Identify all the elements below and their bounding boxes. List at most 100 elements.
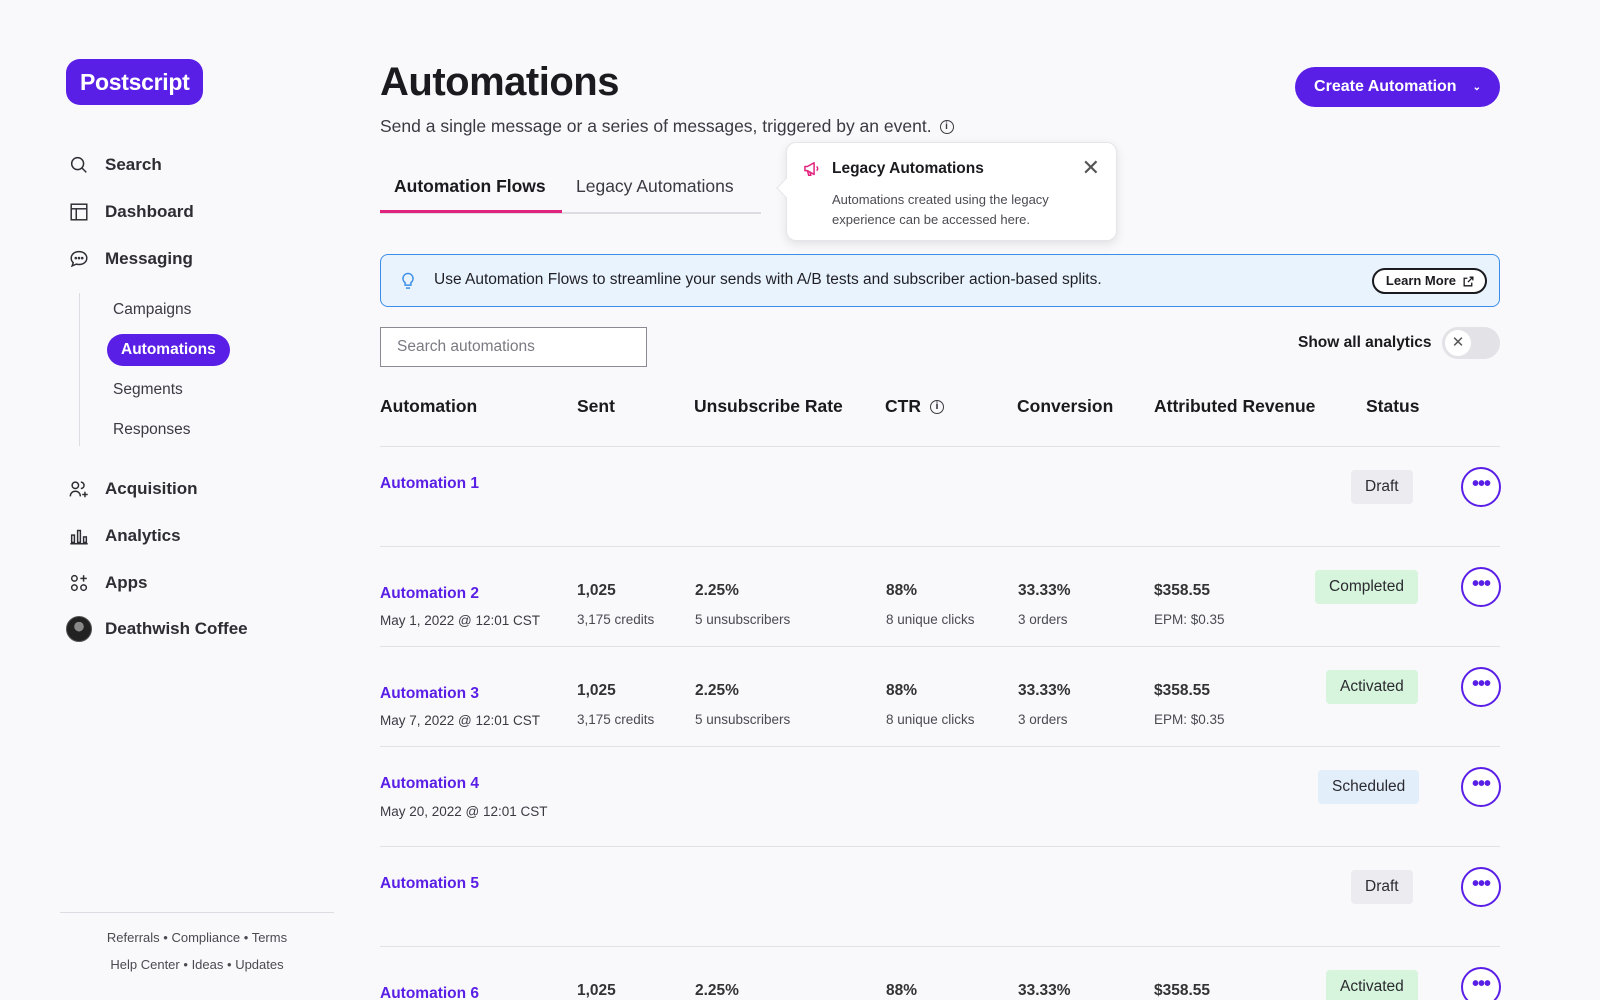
compliance-link[interactable]: Compliance: [171, 930, 240, 945]
show-analytics-toggle[interactable]: ✕: [1442, 327, 1500, 359]
updates-link[interactable]: Updates: [235, 957, 283, 972]
ctr-value: 88%: [886, 582, 918, 599]
subnav-line: [79, 293, 80, 446]
col-sent: Sent: [577, 396, 615, 416]
unique-clicks: 8 unique clicks: [886, 612, 975, 627]
lightbulb-icon: [402, 272, 414, 289]
sidebar: Postscript Search Dashboard Messaging Ca…: [0, 0, 340, 1000]
unsubscribe-rate-value: 2.25%: [695, 582, 739, 599]
search-input[interactable]: [380, 327, 647, 367]
automation-name-link[interactable]: Automation 1: [380, 475, 479, 493]
more-options-button[interactable]: •••: [1461, 667, 1501, 707]
automation-name-link[interactable]: Automation 3: [380, 685, 479, 703]
automation-name-link[interactable]: Automation 2: [380, 585, 479, 603]
revenue-value: $358.55: [1154, 682, 1211, 699]
conversion-value: 33.33%: [1018, 582, 1071, 599]
toggle-x-icon: ✕: [1445, 330, 1471, 356]
epm-value: EPM: $0.35: [1154, 612, 1225, 627]
nav-dashboard-label: Dashboard: [105, 202, 194, 221]
more-options-button[interactable]: •••: [1461, 467, 1501, 507]
create-automation-button[interactable]: Create Automation ⌄: [1295, 67, 1500, 107]
epm-value: EPM: $0.35: [1154, 712, 1225, 727]
ideas-link[interactable]: Ideas: [192, 957, 224, 972]
status-badge: Activated: [1326, 970, 1418, 1000]
dashboard-icon: [68, 201, 90, 223]
automation-date: May 7, 2022 @ 12:01 CST: [380, 713, 541, 728]
postscript-logo[interactable]: Postscript: [66, 59, 204, 105]
popover-title: Legacy Automations: [832, 160, 984, 177]
learn-more-label: Learn More: [1385, 273, 1456, 288]
nav-search[interactable]: Search: [68, 151, 162, 179]
sent-value: 1,025: [577, 982, 616, 999]
tab-bar: Automation Flows Legacy Automations: [380, 170, 761, 214]
subtitle-text: Send a single message or a series of mes…: [380, 116, 932, 136]
col-conversion: Conversion: [1017, 396, 1114, 416]
automation-name-link[interactable]: Automation 4: [380, 775, 479, 793]
chat-icon: [68, 248, 90, 270]
automation-name-link[interactable]: Automation 6: [380, 985, 479, 1000]
status-badge: Draft: [1351, 870, 1413, 904]
footer-separator: •: [183, 957, 188, 972]
footer-links-row-2: Help Center • Ideas • Updates: [60, 957, 334, 972]
terms-link[interactable]: Terms: [252, 930, 287, 945]
conversion-value: 33.33%: [1018, 682, 1071, 699]
col-automation: Automation: [380, 396, 478, 416]
more-options-button[interactable]: •••: [1461, 767, 1501, 807]
banner-text: Use Automation Flows to streamline your …: [434, 271, 1102, 288]
close-icon[interactable]: ✕: [1082, 157, 1100, 179]
order-count: 3 orders: [1018, 612, 1068, 627]
table-row: Automation 5 Draft •••: [380, 847, 1501, 947]
table-row: Automation 3 May 7, 2022 @ 12:01 CST 1,025…: [380, 647, 1501, 747]
unsubscribe-rate-value: 2.25%: [695, 682, 739, 699]
nav-dashboard[interactable]: Dashboard: [68, 198, 194, 226]
nav-account[interactable]: Deathwish Coffee: [66, 615, 248, 643]
chevron-down-icon: ⌄: [1472, 81, 1481, 93]
page-subtitle: Send a single message or a series of mes…: [380, 116, 954, 137]
page-title: Automations: [380, 60, 619, 104]
more-options-button[interactable]: •••: [1461, 867, 1501, 907]
revenue-value: $358.55: [1154, 582, 1211, 599]
status-badge: Activated: [1326, 670, 1418, 704]
bar-chart-icon: [68, 525, 90, 547]
automation-date: May 1, 2022 @ 12:01 CST: [380, 613, 541, 628]
more-options-button[interactable]: •••: [1461, 967, 1501, 1000]
more-options-button[interactable]: •••: [1461, 567, 1501, 607]
status-badge: Draft: [1351, 470, 1413, 504]
col-ctr-label: CTR: [885, 396, 921, 416]
footer-separator: •: [163, 930, 168, 945]
nav-analytics-label: Analytics: [105, 526, 181, 545]
sidebar-item-automations[interactable]: Automations: [107, 334, 230, 366]
nav-acquisition-label: Acquisition: [105, 479, 198, 498]
automation-name-link[interactable]: Automation 5: [380, 875, 479, 893]
automation-date: May 20, 2022 @ 12:01 CST: [380, 804, 548, 819]
ctr-value: 88%: [886, 982, 918, 999]
order-count: 3 orders: [1018, 712, 1068, 727]
footer-separator: •: [243, 930, 249, 945]
ctr-value: 88%: [886, 682, 918, 699]
footer-divider: [60, 912, 334, 913]
learn-more-button[interactable]: Learn More: [1371, 268, 1487, 294]
create-automation-label: Create Automation: [1314, 78, 1457, 95]
info-icon[interactable]: i: [929, 399, 944, 414]
sidebar-item-responses[interactable]: Responses: [113, 419, 191, 441]
nav-apps[interactable]: Apps: [68, 569, 148, 597]
sidebar-item-campaigns[interactable]: Campaigns: [113, 299, 191, 321]
nav-apps-label: Apps: [105, 573, 148, 592]
tab-legacy-automations[interactable]: Legacy Automations: [576, 176, 734, 214]
referrals-link[interactable]: Referrals: [107, 930, 160, 945]
nav-acquisition[interactable]: Acquisition: [68, 475, 198, 503]
external-link-icon: [1463, 276, 1474, 286]
unsubscriber-count: 5 unsubscribers: [695, 712, 791, 727]
nav-messaging[interactable]: Messaging: [68, 245, 193, 273]
help-center-link[interactable]: Help Center: [110, 957, 179, 972]
nav-analytics[interactable]: Analytics: [68, 522, 181, 550]
sidebar-item-segments[interactable]: Segments: [113, 379, 183, 401]
info-banner: Use Automation Flows to streamline your …: [380, 254, 1500, 307]
legacy-popover: Legacy Automations Automations created u…: [776, 142, 1117, 241]
table-row: Automation 4 May 20, 2022 @ 12:01 CST Sche…: [380, 747, 1501, 847]
search-icon: [68, 154, 90, 176]
footer-links-row-1: Referrals • Compliance • Terms: [60, 930, 334, 945]
info-icon[interactable]: i: [939, 119, 954, 134]
unique-clicks: 8 unique clicks: [886, 712, 975, 727]
tab-automation-flows[interactable]: Automation Flows: [394, 176, 546, 214]
